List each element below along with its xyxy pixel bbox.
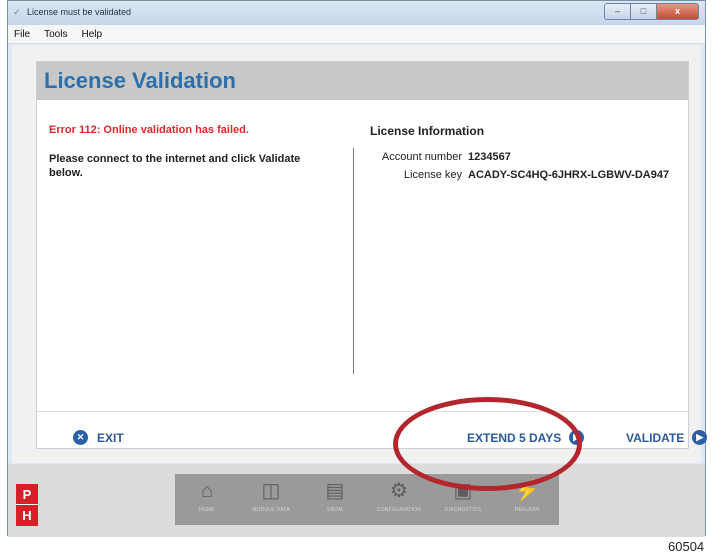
brand-logo: P H <box>16 484 38 526</box>
figure-number: 60504 <box>668 539 705 554</box>
column-divider <box>353 148 354 374</box>
callout-highlight-ellipse <box>393 397 582 491</box>
nav-label: CONFIGURATION <box>376 507 422 513</box>
bottom-navigation-bar: P H ⌂ HOME ◫ MODULE DATA ▤ EBOM ⚙ CONFIG… <box>8 464 705 537</box>
window-title: License must be validated <box>27 7 132 17</box>
title-bar: ✓ License must be validated – □ x <box>8 1 705 25</box>
maximize-button[interactable]: □ <box>630 3 656 20</box>
brand-logo-bottom: H <box>16 505 38 526</box>
menu-bar: File Tools Help <box>8 25 705 44</box>
license-key-row: License key ACADY-SC4HQ-6JHRX-LGBWV-DA947 <box>370 169 669 181</box>
account-number-value: 1234567 <box>468 151 511 163</box>
account-number-label: Account number <box>381 151 462 163</box>
exit-label: EXIT <box>97 430 124 445</box>
validate-button[interactable]: VALIDATE ▶ <box>626 430 708 445</box>
menu-help[interactable]: Help <box>81 29 102 40</box>
app-icon: ✓ <box>13 7 21 17</box>
nav-label: REFLASH <box>514 507 540 513</box>
client-area: License Validation Error 112: Online val… <box>12 45 708 463</box>
license-info-title: License Information <box>370 124 485 138</box>
license-key-label: License key <box>403 169 462 181</box>
account-number-row: Account number 1234567 <box>370 151 511 163</box>
panel-header: License Validation <box>37 62 688 100</box>
close-circle-icon: ✕ <box>73 430 88 445</box>
nav-label: HOME <box>199 507 215 513</box>
menu-tools[interactable]: Tools <box>44 29 67 40</box>
nav-configuration[interactable]: ⚙ CONFIGURATION <box>367 474 431 525</box>
page-title: License Validation <box>44 68 236 93</box>
window-controls: – □ x <box>604 3 699 20</box>
license-key-value: ACADY-SC4HQ-6JHRX-LGBWV-DA947 <box>468 169 670 181</box>
close-button[interactable]: x <box>656 3 699 20</box>
app-window: ✓ License must be validated – □ x File T… <box>7 0 708 537</box>
home-icon: ⌂ <box>200 480 214 502</box>
brand-logo-top: P <box>16 484 38 505</box>
nav-label: EBOM <box>327 507 343 513</box>
instructions-text: Please connect to the internet and click… <box>49 153 301 179</box>
nav-label: DIAGNOSTICS <box>444 507 482 513</box>
nav-label: MODULE DATA <box>252 507 290 513</box>
nav-ebom[interactable]: ▤ EBOM <box>303 474 367 525</box>
ebom-icon: ▤ <box>325 480 345 502</box>
nav-module-data[interactable]: ◫ MODULE DATA <box>239 474 303 525</box>
configuration-icon: ⚙ <box>390 480 408 502</box>
error-message: Error 112: Online validation has failed. <box>49 124 249 136</box>
license-validation-panel: License Validation Error 112: Online val… <box>36 61 708 449</box>
footer-separator <box>37 411 688 412</box>
menu-file[interactable]: File <box>14 29 30 40</box>
play-circle-icon: ▶ <box>692 430 708 445</box>
exit-button[interactable]: ✕ EXIT <box>73 430 124 445</box>
minimize-button[interactable]: – <box>604 3 630 20</box>
module-data-icon: ◫ <box>261 480 281 502</box>
validate-label: VALIDATE <box>626 430 685 445</box>
nav-home[interactable]: ⌂ HOME <box>175 474 239 525</box>
